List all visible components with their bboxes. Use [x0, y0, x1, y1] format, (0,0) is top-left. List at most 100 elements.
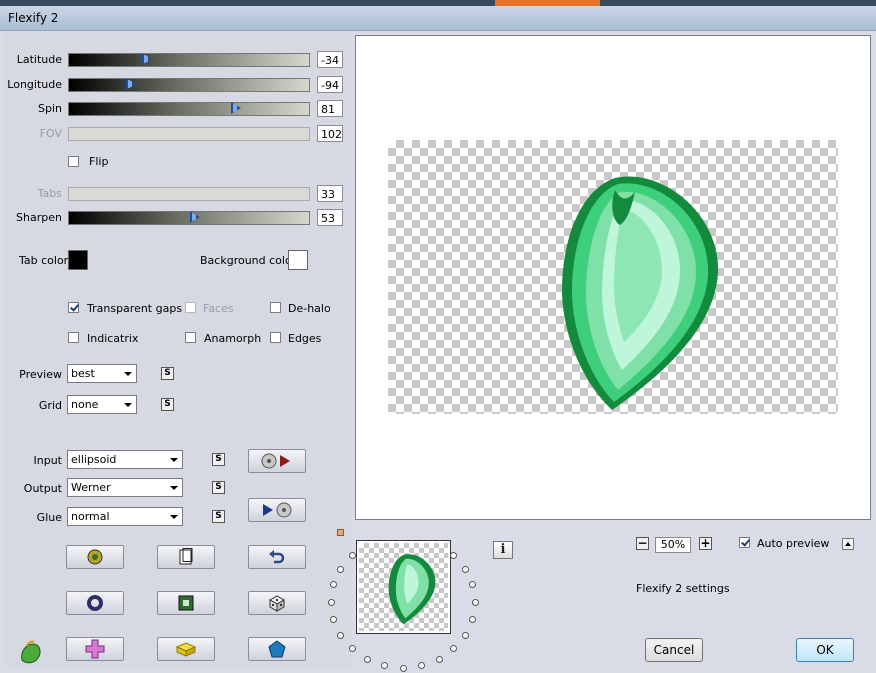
ring-button[interactable]: [66, 591, 124, 615]
rotation-dial-dot[interactable]: [450, 551, 458, 559]
frame-button[interactable]: [157, 591, 215, 615]
output-label: Output: [23, 482, 62, 495]
window-title: Flexify 2: [8, 11, 59, 25]
glue-label: Glue: [36, 511, 62, 524]
latitude-slider-thumb[interactable]: [141, 53, 152, 65]
spin-label: Spin: [38, 102, 62, 115]
de-halo-checkbox[interactable]: [270, 302, 281, 313]
rotation-dial-dot[interactable]: [471, 598, 479, 606]
tabs-slider: [68, 187, 310, 201]
flip-checkbox[interactable]: [68, 156, 79, 167]
background-color-swatch[interactable]: [288, 250, 308, 270]
preview-select[interactable]: best: [67, 364, 137, 383]
page-icon: [179, 548, 193, 565]
undo-icon: [269, 550, 285, 564]
anamorph-checkbox[interactable]: [185, 332, 196, 343]
zoom-out-button[interactable]: −: [636, 537, 649, 550]
indicatrix-checkbox[interactable]: [68, 332, 79, 343]
rotation-dial-dot[interactable]: [348, 551, 356, 559]
rotation-dial-dot[interactable]: [337, 631, 345, 639]
longitude-label: Longitude: [7, 78, 62, 91]
plugin-logo-icon: [18, 640, 44, 664]
rotation-dial-dot[interactable]: [461, 631, 469, 639]
lego-brick-icon: [175, 642, 197, 657]
grid-save-button[interactable]: S: [161, 398, 174, 411]
fov-value: 102: [317, 125, 343, 142]
latitude-value[interactable]: -34: [317, 51, 343, 68]
tab-color-label: Tab color: [19, 254, 69, 267]
transparent-gaps-label: Transparent gaps: [87, 302, 183, 315]
brick-button[interactable]: [157, 637, 215, 661]
sharpen-slider[interactable]: [68, 211, 310, 225]
spin-slider-thumb[interactable]: [230, 102, 241, 114]
rotation-dial-dot[interactable]: [348, 645, 356, 653]
longitude-value[interactable]: -94: [317, 76, 343, 93]
output-select[interactable]: Werner: [67, 478, 183, 497]
copy-button[interactable]: [157, 545, 215, 569]
rotation-dial-dot[interactable]: [461, 565, 469, 573]
input-select[interactable]: ellipsoid: [67, 450, 183, 469]
fov-slider: [68, 127, 310, 141]
pentagon-button[interactable]: [248, 637, 306, 661]
frame-icon: [178, 595, 194, 611]
collapse-button[interactable]: [842, 538, 854, 550]
edges-checkbox[interactable]: [270, 332, 281, 343]
ok-button[interactable]: OK: [796, 638, 854, 662]
undo-button[interactable]: [248, 545, 306, 569]
rotation-dial-dot[interactable]: [337, 565, 345, 573]
tabs-label: Tabs: [37, 187, 62, 200]
de-halo-label: De-halo: [288, 302, 331, 315]
spin-value[interactable]: 81: [317, 100, 343, 117]
dice-button[interactable]: [248, 591, 306, 615]
ring-icon: [87, 595, 103, 611]
input-file-button[interactable]: [248, 449, 306, 473]
rotation-dial-dot[interactable]: [469, 581, 477, 589]
longitude-slider-thumb[interactable]: [126, 78, 136, 90]
auto-preview-checkbox[interactable]: [739, 537, 750, 548]
background-color-label: Background color: [200, 254, 297, 267]
zoom-in-button[interactable]: +: [699, 537, 712, 550]
output-save-button[interactable]: S: [212, 481, 225, 494]
longitude-slider[interactable]: [68, 78, 310, 92]
grid-select[interactable]: none: [67, 395, 137, 414]
spin-slider[interactable]: [68, 102, 310, 116]
title-bar: Flexify 2: [0, 6, 876, 31]
latitude-slider[interactable]: [68, 53, 310, 67]
rotation-dial-dot[interactable]: [380, 662, 388, 670]
rotation-dial-dot[interactable]: [435, 655, 443, 663]
randomize-button[interactable]: [66, 545, 124, 569]
cancel-button[interactable]: Cancel: [645, 638, 703, 662]
flip-label: Flip: [89, 155, 109, 168]
rotation-dial-dot[interactable]: [329, 615, 337, 623]
tabs-value: 33: [317, 185, 343, 202]
rotation-dial-dot[interactable]: [399, 664, 407, 672]
preview-label: Preview: [19, 368, 62, 381]
info-button[interactable]: i: [493, 541, 513, 559]
preview-save-button[interactable]: S: [161, 367, 174, 380]
rotation-dial-dot[interactable]: [363, 655, 371, 663]
rotation-dial-dot[interactable]: [418, 662, 426, 670]
faces-label: Faces: [203, 302, 234, 315]
rotation-dial-dot[interactable]: [450, 645, 458, 653]
sharpen-slider-thumb[interactable]: [189, 211, 200, 223]
cross-icon: [85, 639, 105, 659]
output-file-button[interactable]: [248, 498, 306, 522]
tab-color-swatch[interactable]: [68, 250, 88, 270]
indicatrix-label: Indicatrix: [87, 332, 139, 345]
dial-handle[interactable]: [337, 529, 344, 536]
rotation-dial-dot[interactable]: [469, 615, 477, 623]
grid-label: Grid: [38, 399, 62, 412]
dice-icon: [268, 595, 286, 612]
glue-save-button[interactable]: S: [212, 510, 225, 523]
sharpen-label: Sharpen: [16, 211, 62, 224]
leaf-preview-image: [562, 176, 719, 410]
gear-icon: [87, 549, 103, 565]
rotation-dial-dot[interactable]: [327, 598, 335, 606]
transparent-gaps-checkbox[interactable]: [68, 302, 79, 313]
input-label: Input: [33, 454, 62, 467]
input-save-button[interactable]: S: [212, 453, 225, 466]
pentagon-icon: [268, 640, 286, 658]
glue-select[interactable]: normal: [67, 507, 183, 526]
cross-button[interactable]: [66, 637, 124, 661]
sharpen-value[interactable]: 53: [317, 209, 343, 226]
